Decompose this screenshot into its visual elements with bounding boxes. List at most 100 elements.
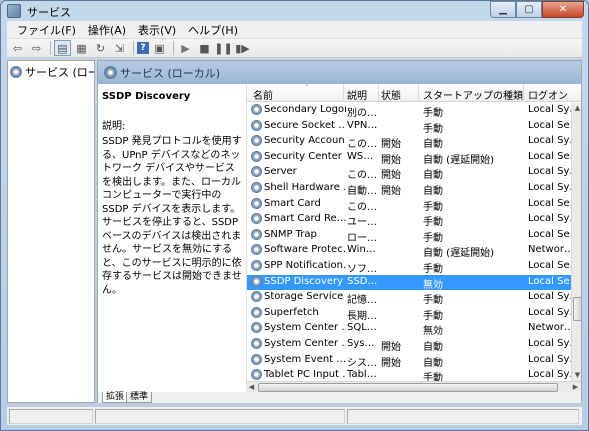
service-status-cell: 開始 xyxy=(381,154,401,166)
service-name-cell: Shell Hardware … xyxy=(251,181,346,193)
service-description-cell: 自動… xyxy=(347,185,377,197)
maximize-button[interactable]: ▢ xyxy=(516,1,542,18)
table-row[interactable]: Security Accoun…この… 開始 自動 Local Sy… xyxy=(247,134,573,151)
service-startup-cell: 手動 xyxy=(423,295,443,307)
service-startup-cell: 自動 xyxy=(423,139,443,151)
service-name: Security Accoun… xyxy=(264,135,346,147)
service-logon-cell: Local Se… xyxy=(528,259,573,271)
gear-icon xyxy=(251,275,262,287)
console-tree-icon[interactable]: ▤ xyxy=(54,40,71,56)
play-icon[interactable]: ▶ xyxy=(177,40,194,56)
service-logon-cell: Local Sy… xyxy=(528,353,573,365)
table-row[interactable]: Superfetch 長期… 手動 Local Sy… xyxy=(247,306,573,322)
back-icon[interactable]: ⇦ xyxy=(9,40,26,56)
service-name-cell: Tablet PC Input … xyxy=(251,369,346,381)
horizontal-scrollbar[interactable]: ◀ ▶ xyxy=(246,381,581,392)
column-header-logon[interactable]: ログオン xyxy=(528,87,568,102)
tree-item-services-local[interactable]: サービス (ローカル) xyxy=(10,64,94,80)
scroll-thumb[interactable] xyxy=(573,297,581,321)
service-startup-cell: 自動 xyxy=(423,185,443,197)
service-logon-cell: Local Sy… xyxy=(528,369,573,381)
forward-icon[interactable]: ⇨ xyxy=(28,40,45,56)
gear-icon xyxy=(251,181,262,193)
table-row[interactable]: Secure Socket …VPN… 手動 Local Se… xyxy=(247,119,573,135)
service-description-cell: 記憶… xyxy=(347,295,377,307)
gear-icon xyxy=(251,213,262,225)
service-startup-cell: 自動 (遅延開始) xyxy=(423,248,494,260)
service-name: System Event … xyxy=(264,353,346,365)
table-row[interactable]: SPP Notification…ソフ… 手動 Local Se… xyxy=(247,259,573,275)
scroll-down-icon[interactable]: ▼ xyxy=(572,370,581,381)
service-name-cell: Secure Socket … xyxy=(251,119,346,131)
minimize-button[interactable]: ▁ xyxy=(490,1,516,18)
status-segment xyxy=(9,409,93,424)
table-row[interactable]: Smart Card Re…ユー… 手動 Local Sy… xyxy=(247,212,573,228)
service-status-cell: 開始 xyxy=(381,357,401,369)
service-name: System Center … xyxy=(264,337,346,349)
column-header-startup[interactable]: スタートアップの種類 xyxy=(423,87,523,102)
service-logon-cell: Local Se… xyxy=(528,150,573,162)
service-startup-cell: 手動 xyxy=(423,263,443,275)
pane-header: サービス (ローカル) xyxy=(98,61,581,84)
service-name-heading: SSDP Discovery xyxy=(102,91,191,102)
column-header-description[interactable]: 説明 xyxy=(347,87,367,102)
export-icon[interactable]: ⇲ xyxy=(111,40,128,56)
table-row[interactable]: Software Protec… Win… 自動 (遅延開始) Networ… xyxy=(247,243,573,260)
table-row[interactable]: SNMP Trap ロー… 手動 Local Se… xyxy=(247,228,573,244)
table-row[interactable]: Shell Hardware …自動… 開始 自動 Local Sy… xyxy=(247,181,573,197)
scroll-thumb-horizontal[interactable] xyxy=(258,383,558,392)
properties-icon[interactable]: ▦ xyxy=(73,40,90,56)
table-row[interactable]: Tablet PC Input …Tabl… 手動 Local Sy… xyxy=(247,368,573,381)
menu-help[interactable]: ヘルプ(H) xyxy=(182,22,244,38)
vertical-scrollbar[interactable]: ▲ ▼ xyxy=(571,103,581,381)
table-row[interactable]: System Center …Sys… 開始 自動 Local Sy… xyxy=(247,337,573,353)
gear-icon xyxy=(104,66,117,79)
service-description-cell: 長期… xyxy=(347,310,377,322)
sort-ascending-icon: ˄ xyxy=(305,84,309,92)
service-name-cell: Server xyxy=(251,166,346,178)
restart-icon[interactable]: ▮▶ xyxy=(234,40,251,56)
menu-file[interactable]: ファイル(F) xyxy=(11,22,82,38)
stop-icon[interactable]: ■ xyxy=(196,40,213,56)
service-name-cell: Security Center xyxy=(251,150,346,162)
view-tabs: 拡張 標準 xyxy=(98,392,581,403)
service-logon-cell: Local Se… xyxy=(528,197,573,209)
gear-icon xyxy=(251,337,262,349)
service-description-cell: VPN… xyxy=(347,119,378,131)
pause-icon[interactable]: ❚❚ xyxy=(214,40,232,56)
service-logon-cell: Networ… xyxy=(528,244,573,256)
description-label: 説明: xyxy=(102,120,126,132)
table-row[interactable]: Secondary Logon別の… 手動 Local Sy… xyxy=(247,103,573,119)
table-row[interactable]: System Event …シス… 開始 自動 Local Sy… xyxy=(247,353,573,369)
service-description-cell: この… xyxy=(347,170,377,182)
table-row[interactable]: SSDP DiscoverySSD… 無効 Local Se… xyxy=(247,274,573,291)
table-row[interactable]: Server この… 開始 自動 Local Sy… xyxy=(247,165,573,182)
column-header-status[interactable]: 状態 xyxy=(381,87,401,102)
service-name: SNMP Trap xyxy=(264,228,317,240)
window-buttons: ▁ ▢ ✕ xyxy=(490,1,584,19)
scroll-up-icon[interactable]: ▲ xyxy=(572,103,581,114)
table-row[interactable]: System Center … SQL… 無効 Networ… xyxy=(247,321,573,337)
table-row[interactable]: Smart Card この… 手動 Local Se… xyxy=(247,197,573,213)
view-icon[interactable]: ▣ xyxy=(151,40,168,56)
table-row[interactable]: Storage Service記憶… 手動 Local Sy… xyxy=(247,290,573,307)
refresh-icon[interactable]: ↻ xyxy=(92,40,109,56)
status-segment xyxy=(95,409,345,424)
table-row[interactable]: Security Center WS… 開始 自動 (遅延開始) Local Se… xyxy=(247,150,573,166)
service-startup-cell: 無効 xyxy=(423,279,443,291)
help-icon[interactable]: ? xyxy=(137,42,149,54)
tab-extended[interactable]: 拡張 xyxy=(102,392,129,403)
services-rows: Secondary Logon別の…手動Local Sy…Secure Sock… xyxy=(247,103,573,381)
column-header-name[interactable]: 名前 ˄ xyxy=(253,84,309,102)
service-name: Storage Service xyxy=(264,291,344,303)
title-bar[interactable]: サービス ▁ ▢ ✕ xyxy=(1,1,588,21)
gear-icon xyxy=(251,166,262,178)
service-logon-cell: Local Sy… xyxy=(528,337,573,349)
tab-standard[interactable]: 標準 xyxy=(126,392,153,403)
menu-view[interactable]: 表示(V) xyxy=(132,22,182,38)
gear-icon xyxy=(251,306,262,318)
service-description-cell: この… xyxy=(347,139,377,151)
service-name: Superfetch xyxy=(264,306,319,318)
menu-action[interactable]: 操作(A) xyxy=(82,22,132,38)
close-button[interactable]: ✕ xyxy=(542,1,584,18)
